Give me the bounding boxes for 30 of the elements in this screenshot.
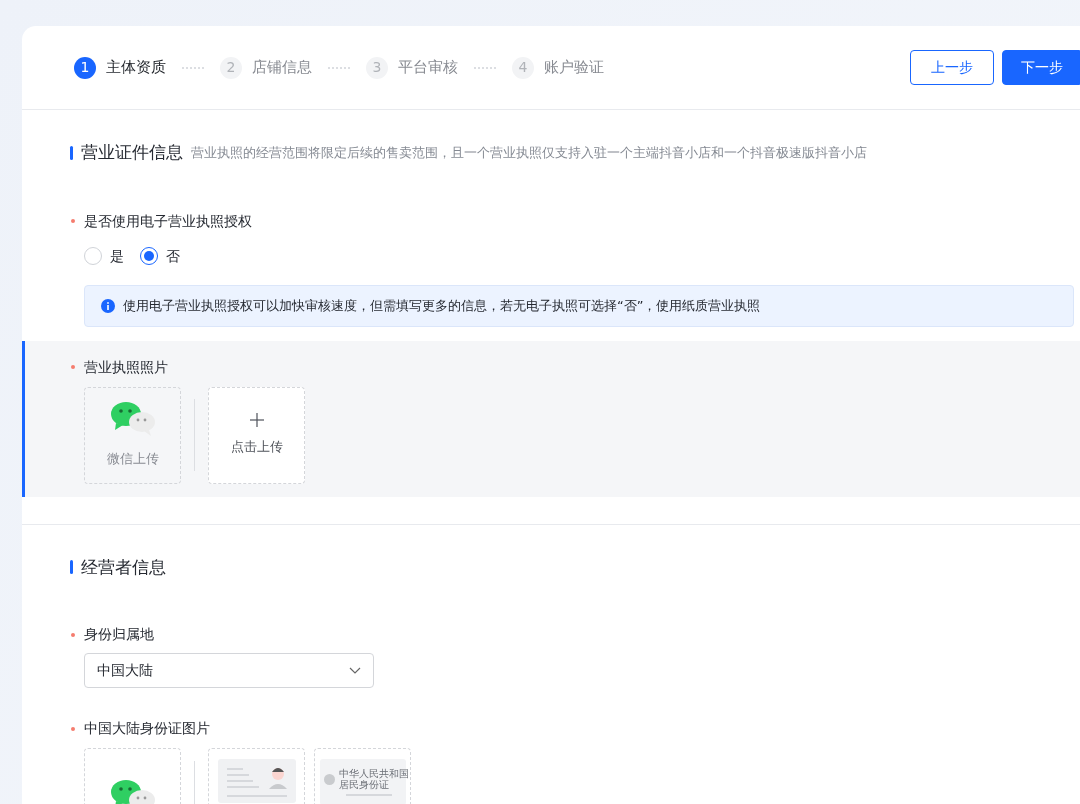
plus-icon xyxy=(249,413,264,428)
field-label: 中国大陆身份证图片 xyxy=(84,719,210,738)
title-marker xyxy=(70,560,73,575)
step-tab[interactable]: 1 主体资质 xyxy=(74,56,166,79)
card-text: 居民身份证 xyxy=(338,779,390,790)
section-subtitle: 营业执照的经营范围将限定后续的售卖范围，且一个营业执照仅支持入驻一个主端抖音小店和一个抖音极速版抖音小店 xyxy=(191,144,867,163)
emblem-icon xyxy=(323,773,335,785)
field-label: 是否使用电子营业执照授权 xyxy=(84,211,252,231)
next-button[interactable]: 下一步 xyxy=(1002,50,1080,85)
upload-tile[interactable]: 点击上传 xyxy=(208,386,305,484)
previous-button[interactable]: 上一步 xyxy=(910,50,994,85)
field-label: 营业执照照片 xyxy=(84,357,168,377)
info-icon xyxy=(101,298,115,313)
step-tab[interactable]: 3 平台审核 xyxy=(366,56,458,79)
radio-option[interactable]: 是 xyxy=(84,245,124,267)
chat-bubbles-icon xyxy=(109,778,156,804)
section-title: 营业证件信息 xyxy=(81,141,183,164)
alert-text: 使用电子营业执照授权可以加快审核速度，但需填写更多的信息，若无电子执照可选择“否”，使用纸质营业执照 xyxy=(123,296,761,315)
field-label: 身份归属地 xyxy=(84,625,154,644)
region-select[interactable]: 中国大陆 xyxy=(84,653,374,688)
chevron-down-icon xyxy=(349,666,361,675)
step-tab[interactable]: 2 店铺信息 xyxy=(220,56,312,79)
wechat-upload-tile[interactable]: 微信上传 xyxy=(84,386,181,484)
card-text: 中华人民共和国 xyxy=(338,768,409,779)
step-tab[interactable]: 4 账户验证 xyxy=(512,56,604,79)
title-marker xyxy=(70,145,73,160)
chat-bubbles-icon xyxy=(109,401,156,438)
upload-tile[interactable]: 中华人民共和国 居民身份证 xyxy=(314,748,411,804)
radio-option[interactable]: 否 xyxy=(140,245,180,267)
section-title: 经营者信息 xyxy=(81,555,166,579)
